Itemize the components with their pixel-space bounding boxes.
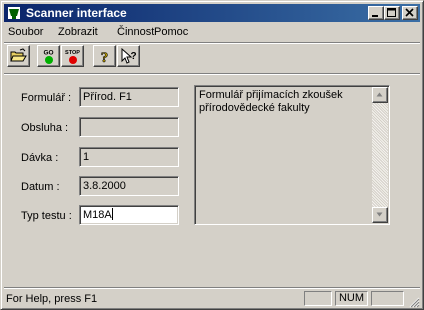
- maximize-icon: [387, 8, 396, 17]
- davka-label: Dávka :: [21, 152, 59, 164]
- vertical-scrollbar[interactable]: [372, 87, 388, 223]
- scroll-up-icon: [376, 92, 383, 97]
- stop-icon: STOP: [65, 50, 80, 64]
- context-help-pointer-icon: ?: [121, 48, 137, 64]
- description-text: Formulář přijímacích zkoušek přírodověde…: [199, 89, 343, 114]
- help-button[interactable]: ?: [93, 45, 116, 67]
- status-bar: For Help, press F1 NUM: [4, 290, 420, 308]
- stop-button[interactable]: STOP: [61, 45, 84, 67]
- menu-cinnost[interactable]: Činnost: [117, 26, 154, 39]
- open-folder-icon: [10, 48, 27, 62]
- status-panel-num: NUM: [335, 291, 368, 306]
- close-button[interactable]: [402, 6, 418, 20]
- scroll-up-button[interactable]: [372, 87, 388, 103]
- scanner-app-icon: [8, 7, 20, 19]
- open-button[interactable]: [7, 45, 30, 67]
- title-bar[interactable]: Scanner interface: [4, 4, 420, 22]
- minimize-icon: [372, 15, 378, 17]
- status-panel-caps: [304, 291, 332, 306]
- svg-text:?: ?: [101, 50, 109, 65]
- datum-field: 3.8.2000: [79, 176, 179, 196]
- menu-zobrazit-label: Zobrazit: [58, 26, 98, 38]
- menu-bar: Soubor Zobrazit Činnost Pomoc: [4, 23, 420, 42]
- status-help-text: For Help, press F1: [6, 293, 98, 305]
- form-area: Formulář : Přírod. F1 Obsluha : Dávka : …: [4, 75, 420, 287]
- svg-text:?: ?: [130, 51, 136, 62]
- davka-field: 1: [79, 147, 179, 167]
- window-title: Scanner interface: [26, 6, 127, 20]
- menu-soubor[interactable]: Soubor: [8, 26, 43, 39]
- datum-label: Datum :: [21, 181, 60, 193]
- go-button[interactable]: GO: [37, 45, 60, 67]
- menu-cinnost-label: Činnost: [117, 26, 155, 38]
- typ-testu-value: M18A: [83, 209, 112, 221]
- menu-zobrazit[interactable]: Zobrazit: [58, 26, 98, 39]
- menu-pomoc-label: Pomoc: [154, 26, 189, 38]
- help-question-icon: ?: [100, 50, 109, 65]
- status-separator: [4, 287, 420, 289]
- typ-testu-label: Typ testu :: [21, 210, 72, 222]
- obsluha-field: [79, 117, 179, 137]
- menu-separator: [4, 42, 420, 44]
- go-label: GO: [43, 50, 53, 57]
- maximize-button[interactable]: [384, 6, 400, 20]
- resize-grip-icon[interactable]: [408, 296, 420, 308]
- description-memo[interactable]: Formulář přijímacích zkoušek přírodověde…: [194, 85, 390, 225]
- menu-pomoc[interactable]: Pomoc: [154, 26, 188, 39]
- scroll-down-icon: [376, 212, 383, 217]
- menu-soubor-label: Soubor: [8, 26, 44, 38]
- go-icon: GO: [43, 50, 54, 64]
- close-icon: [405, 8, 414, 17]
- minimize-button[interactable]: [368, 6, 384, 20]
- text-caret: [111, 208, 113, 220]
- scroll-down-button[interactable]: [372, 207, 388, 223]
- context-help-button[interactable]: ?: [117, 45, 140, 67]
- obsluha-label: Obsluha :: [21, 122, 69, 134]
- formular-label: Formulář :: [21, 92, 72, 104]
- typ-testu-input[interactable]: M18A: [79, 205, 179, 225]
- main-window: Scanner interface Soubor Zobrazit Činnos…: [0, 0, 424, 310]
- stop-label: STOP: [65, 50, 80, 56]
- status-panel-scroll: [371, 291, 404, 306]
- formular-field: Přírod. F1: [79, 87, 179, 107]
